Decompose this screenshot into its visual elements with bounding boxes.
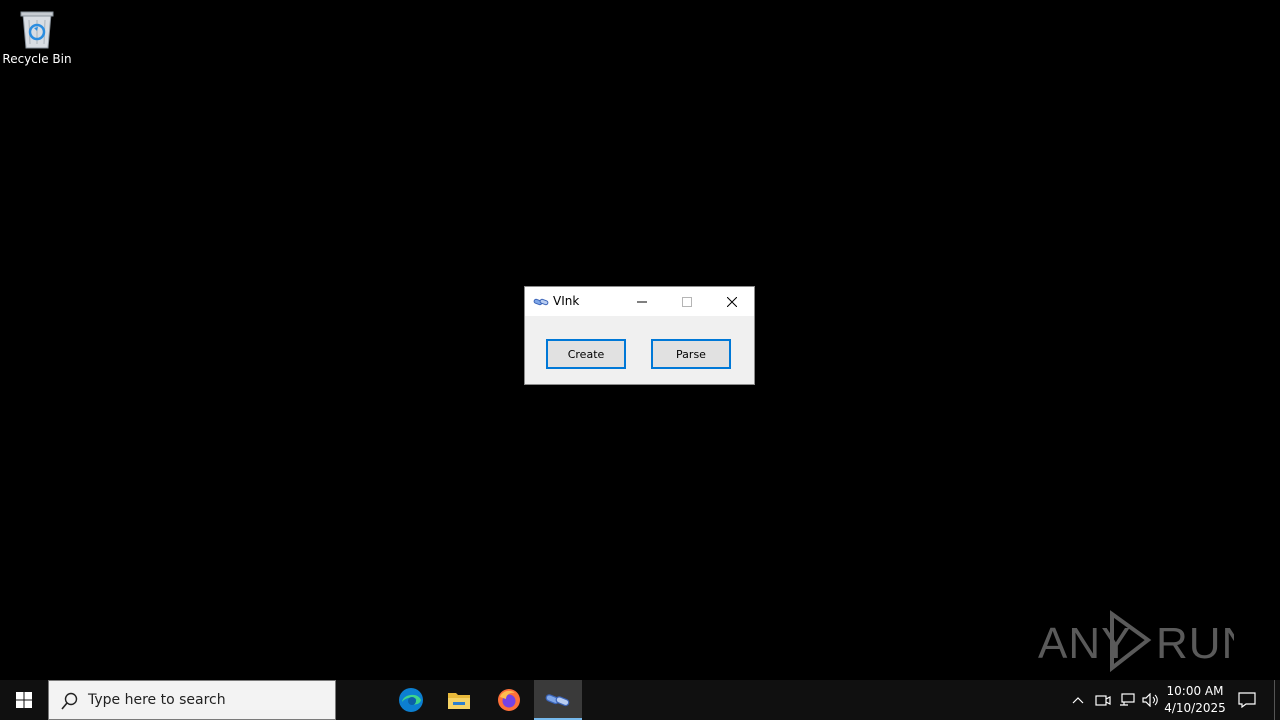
action-center-button[interactable] xyxy=(1237,690,1257,710)
taskbar-app-file-explorer[interactable] xyxy=(435,680,483,720)
link-icon xyxy=(545,694,570,707)
edge-icon xyxy=(399,688,423,712)
taskbar-app-vink[interactable] xyxy=(534,680,582,720)
camera-icon xyxy=(1095,695,1111,706)
window-titlebar[interactable]: VInk xyxy=(525,287,754,316)
windows-logo-icon xyxy=(16,692,32,708)
window-title: VInk xyxy=(553,294,580,308)
notification-icon xyxy=(1238,692,1256,708)
tray-volume[interactable] xyxy=(1141,690,1161,710)
taskbar: Type here to search 10:00 AM 4/10/2025 xyxy=(0,680,1280,720)
taskbar-search-box[interactable]: Type here to search xyxy=(48,680,336,720)
clock-date: 4/10/2025 xyxy=(1164,701,1226,715)
folder-icon xyxy=(448,693,470,709)
parse-button[interactable]: Parse xyxy=(651,339,731,369)
taskbar-clock[interactable]: 10:00 AM 4/10/2025 xyxy=(1162,683,1228,717)
svg-text:RUN: RUN xyxy=(1156,619,1234,668)
vink-window: VInk Create Parse xyxy=(524,286,755,385)
taskbar-app-firefox[interactable] xyxy=(485,680,533,720)
tray-meet-now[interactable] xyxy=(1093,690,1113,710)
maximize-button[interactable] xyxy=(664,287,709,316)
search-placeholder: Type here to search xyxy=(88,692,226,708)
clock-time: 10:00 AM xyxy=(1166,684,1224,698)
desktop-icon-recycle-bin[interactable]: Recycle Bin xyxy=(2,6,72,76)
network-icon xyxy=(1120,693,1135,706)
tray-overflow-button[interactable] xyxy=(1068,690,1088,710)
firefox-icon xyxy=(498,689,520,711)
link-icon xyxy=(533,298,549,306)
create-button[interactable]: Create xyxy=(546,339,626,369)
show-desktop-button[interactable] xyxy=(1274,680,1275,720)
close-icon xyxy=(726,296,737,307)
recycle-bin-icon xyxy=(20,11,54,49)
chevron-up-icon xyxy=(1072,697,1084,704)
tray-network[interactable] xyxy=(1117,690,1137,710)
maximize-icon xyxy=(681,296,692,307)
desktop-icon-label: Recycle Bin xyxy=(2,52,72,66)
taskbar-app-edge[interactable] xyxy=(387,680,435,720)
volume-icon xyxy=(1142,693,1158,707)
minimize-icon xyxy=(636,301,647,302)
minimize-button[interactable] xyxy=(619,287,664,316)
desktop: Recycle Bin VInk Create Parse ANY RUN xyxy=(0,0,1280,680)
search-icon xyxy=(61,692,78,710)
start-button[interactable] xyxy=(0,680,48,720)
svg-text:ANY: ANY xyxy=(1038,619,1131,668)
anyrun-watermark-logo: ANY RUN xyxy=(1038,610,1234,673)
close-button[interactable] xyxy=(709,287,754,316)
